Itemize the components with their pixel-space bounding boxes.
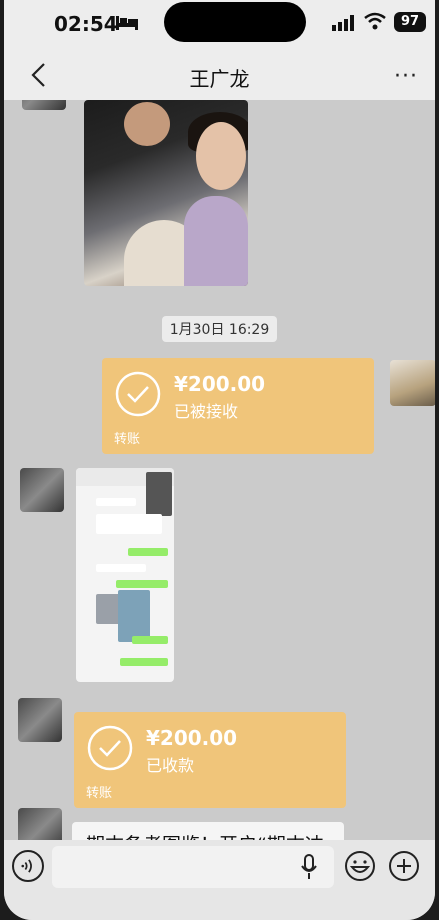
photo-message[interactable] [84, 100, 248, 286]
status-bar: 02:54 97 [4, 0, 435, 50]
contact-avatar[interactable] [18, 808, 62, 840]
signal-icon [332, 15, 354, 31]
transfer-sent-bubble[interactable]: ¥200.00 已被接收 转账 [102, 358, 374, 454]
message-text: 期末备考图览！开启“期末冲 [86, 830, 324, 840]
more-icon[interactable]: ··· [394, 64, 418, 89]
transfer-amount: ¥200.00 [146, 726, 238, 750]
emoji-icon[interactable] [344, 850, 376, 882]
wifi-icon [364, 12, 386, 30]
transfer-status: 已被接收 [174, 402, 239, 421]
check-circle-icon [87, 725, 133, 771]
input-bar [4, 840, 435, 920]
status-time: 02:54 [54, 12, 118, 36]
battery-indicator: 97 [394, 12, 426, 32]
message-input[interactable] [52, 846, 334, 888]
plus-icon[interactable] [388, 850, 420, 882]
voice-icon[interactable] [12, 850, 44, 882]
nav-bar: 王广龙 ··· [4, 50, 435, 100]
chat-area[interactable]: 1月30日 16:29 ¥200.00 已被接收 转账 ¥200.00 已收款 … [4, 100, 435, 840]
transfer-label: 转账 [114, 432, 141, 447]
transfer-label: 转账 [86, 786, 113, 801]
transfer-amount: ¥200.00 [174, 372, 266, 396]
message-timestamp: 1月30日 16:29 [4, 316, 435, 342]
dynamic-island [164, 2, 306, 42]
contact-avatar[interactable] [20, 468, 64, 512]
phone-screen: 02:54 97 王广龙 ··· 1月30日 16:29 ¥200.00 已被接… [4, 0, 435, 920]
screenshot-image-message[interactable] [76, 468, 174, 682]
check-circle-icon [115, 371, 161, 417]
contact-avatar[interactable] [22, 100, 66, 110]
transfer-status: 已收款 [146, 756, 195, 775]
transfer-received-bubble[interactable]: ¥200.00 已收款 转账 [74, 712, 346, 808]
my-avatar[interactable] [390, 360, 435, 406]
mic-icon[interactable] [300, 854, 318, 880]
timestamp-label: 1月30日 16:29 [161, 316, 278, 342]
bed-icon [116, 16, 138, 30]
chat-title: 王广龙 [189, 67, 250, 91]
contact-avatar[interactable] [18, 698, 62, 742]
text-message[interactable]: 期末备考图览！开启“期末冲 [72, 822, 344, 840]
